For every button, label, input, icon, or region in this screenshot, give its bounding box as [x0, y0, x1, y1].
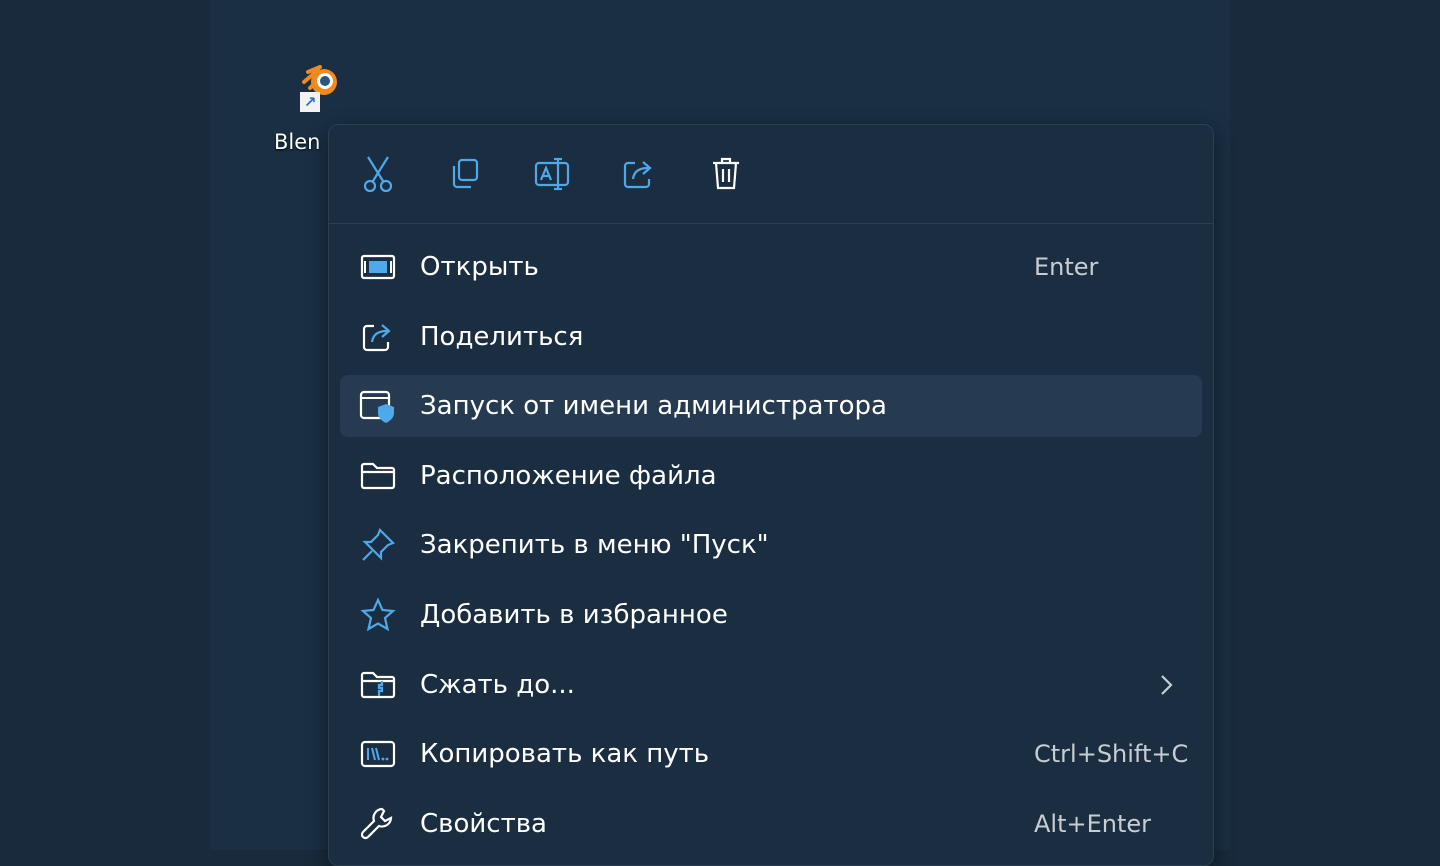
- rename-button[interactable]: [529, 151, 575, 197]
- menu-item-label: Закрепить в меню "Пуск": [420, 530, 769, 561]
- rename-icon: [534, 157, 570, 191]
- menu-item-shortcut: Ctrl+Shift+C: [1034, 740, 1189, 769]
- menu-item-share[interactable]: Поделиться: [340, 306, 1202, 368]
- menu-item-label: Сжать до...: [420, 669, 575, 700]
- menu-item-shortcut: Alt+Enter: [1034, 809, 1152, 838]
- menu-item-add-favorites[interactable]: Добавить в избранное: [340, 584, 1202, 646]
- copy-path-icon: [358, 734, 398, 774]
- zip-folder-icon: [358, 665, 398, 705]
- menu-item-label: Копировать как путь: [420, 739, 710, 770]
- share-button[interactable]: [616, 151, 662, 197]
- menu-item-run-as-admin[interactable]: Запуск от имени администратора: [340, 375, 1202, 438]
- menu-item-label: Открыть: [420, 252, 539, 282]
- delete-button[interactable]: [703, 151, 749, 197]
- context-menu-toolbar: [329, 125, 1213, 224]
- folder-icon: [358, 456, 398, 496]
- share-icon: [623, 161, 652, 189]
- menu-item-properties[interactable]: Свойства Alt+Enter: [340, 793, 1202, 855]
- delete-icon: [713, 157, 739, 190]
- menu-item-compress[interactable]: Сжать до...: [340, 654, 1202, 716]
- shortcut-arrow-icon: ↗: [300, 92, 320, 112]
- open-icon: [358, 247, 398, 287]
- star-icon: [358, 595, 398, 635]
- wrench-icon: [358, 804, 398, 844]
- run-as-admin-icon: [358, 386, 398, 426]
- desktop-icon-label: Blen: [274, 130, 321, 154]
- context-menu-items: Открыть Enter Поделиться Запуск от имени: [329, 224, 1213, 855]
- menu-item-label: Запуск от имени администратора: [420, 391, 887, 422]
- menu-item-pin-start[interactable]: Закрепить в меню "Пуск": [340, 514, 1202, 576]
- copy-button[interactable]: [442, 151, 488, 197]
- menu-item-file-location[interactable]: Расположение файла: [340, 445, 1202, 507]
- chevron-right-icon: [1161, 674, 1173, 695]
- pin-icon: [358, 525, 398, 565]
- menu-item-label: Свойства: [420, 808, 547, 839]
- menu-item-copy-as-path[interactable]: Копировать как путь Ctrl+Shift+C: [340, 723, 1202, 785]
- copy-icon: [452, 158, 479, 189]
- menu-item-label: Добавить в избранное: [420, 599, 728, 630]
- context-menu: Открыть Enter Поделиться Запуск от имени: [328, 124, 1214, 866]
- cut-icon: [363, 156, 393, 193]
- menu-item-shortcut: Enter: [1034, 253, 1099, 281]
- menu-item-label: Поделиться: [420, 321, 584, 352]
- share-icon: [358, 317, 398, 357]
- cut-button[interactable]: [355, 151, 401, 197]
- menu-item-label: Расположение файла: [420, 460, 717, 491]
- menu-item-open[interactable]: Открыть Enter: [340, 236, 1202, 298]
